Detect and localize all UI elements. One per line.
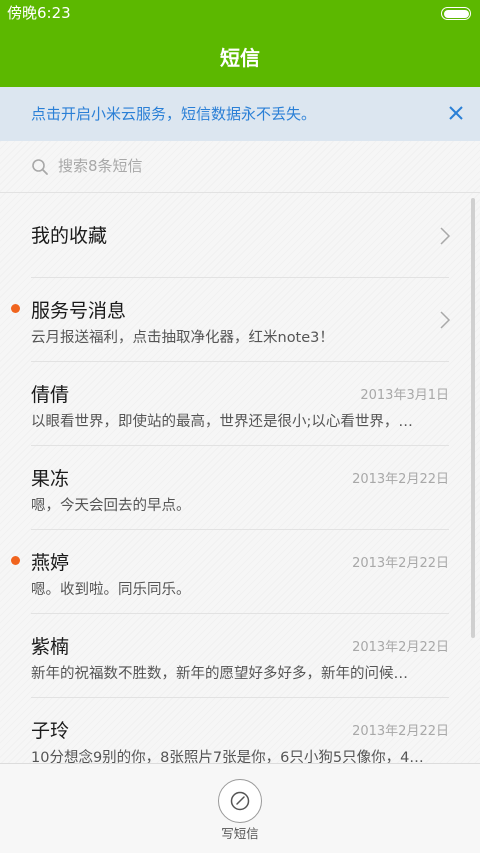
list-item[interactable]: 紫楠 2013年2月22日 新年的祝福数不胜数，新年的愿望好多好多，新年的问候… — [0, 614, 480, 698]
chevron-right-icon — [440, 227, 451, 245]
list-item-name: 倩倩 — [31, 384, 70, 406]
compose-icon — [230, 791, 250, 811]
page-title: 短信 — [220, 46, 260, 70]
list-item-date: 2013年2月22日 — [352, 640, 449, 655]
list-item-preview: 嗯。收到啦。同乐同乐。 — [31, 582, 191, 598]
scrollbar[interactable] — [471, 198, 475, 638]
close-icon[interactable] — [441, 98, 471, 128]
list-item-date: 2013年3月1日 — [360, 388, 449, 403]
list-item-service-messages[interactable]: 服务号消息 云月报送福利，点击抽取净化器，红米note3！ — [0, 278, 480, 362]
list-item-date: 2013年2月22日 — [352, 556, 449, 571]
list-item-name: 子玲 — [31, 720, 70, 742]
list-item[interactable]: 果冻 2013年2月22日 嗯，今天会回去的早点。 — [0, 446, 480, 530]
status-time: 傍晚6:23 — [7, 4, 71, 22]
list-item-name: 我的收藏 — [31, 225, 108, 247]
list-item-name: 紫楠 — [31, 636, 70, 658]
banner-text[interactable]: 点击开启小米云服务，短信数据永不丢失。 — [31, 104, 316, 124]
app-header: 傍晚6:23 短信 — [0, 0, 480, 87]
list-item-name: 燕婷 — [31, 552, 70, 574]
list-item-date: 2013年2月22日 — [352, 724, 449, 739]
unread-dot — [11, 304, 20, 313]
chevron-right-icon — [440, 311, 451, 329]
list-item-favorites[interactable]: 我的收藏 — [0, 194, 480, 278]
list-item-preview: 嗯，今天会回去的早点。 — [31, 498, 191, 514]
battery-icon — [441, 7, 471, 20]
list-item-preview: 新年的祝福数不胜数，新年的愿望好多好多，新年的问候… — [31, 666, 408, 682]
list-item-name: 服务号消息 — [31, 300, 127, 322]
list-item-preview: 以眼看世界，即使站的最高，世界还是很小;以心看世界，… — [31, 414, 413, 430]
cloud-service-banner[interactable]: 点击开启小米云服务，短信数据永不丢失。 — [0, 87, 480, 141]
list-item[interactable]: 倩倩 2013年3月1日 以眼看世界，即使站的最高，世界还是很小;以心看世界，… — [0, 362, 480, 446]
compose-button[interactable] — [218, 779, 262, 823]
search-icon — [31, 158, 49, 176]
list-item[interactable]: 燕婷 2013年2月22日 嗯。收到啦。同乐同乐。 — [0, 530, 480, 614]
list-item-name: 果冻 — [31, 468, 70, 490]
search-input[interactable]: 搜索8条短信 — [58, 156, 143, 176]
compose-label[interactable]: 写短信 — [0, 826, 480, 842]
list-item-date: 2013年2月22日 — [352, 472, 449, 487]
list-item-preview: 云月报送福利，点击抽取净化器，红米note3！ — [31, 330, 334, 346]
unread-dot — [11, 556, 20, 565]
